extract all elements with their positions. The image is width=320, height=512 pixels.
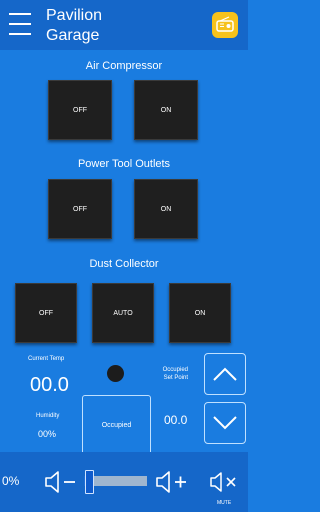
mute-icon [210,472,236,492]
chevron-down-icon [213,416,237,430]
occupied-button[interactable]: Occupied [82,395,151,455]
dust-collector-on-button[interactable]: ON [169,283,231,343]
volume-percent: 0% [2,474,20,488]
header-bar [0,0,248,50]
humidity-label: Humidity [36,413,60,419]
title-line-1: Pavilion [46,7,103,24]
status-indicator-icon [107,365,124,382]
current-temp-label: Current Temp [28,356,65,362]
page-title: Pavilion Garage [46,6,102,46]
air-compressor-on-button[interactable]: ON [134,80,198,140]
chevron-up-icon [213,367,237,381]
volume-down-icon [45,471,75,493]
air-compressor-off-button[interactable]: OFF [48,80,112,140]
mute-button[interactable] [209,472,241,494]
dust-collector-title: Dust Collector [89,258,159,270]
volume-up-icon [156,471,186,493]
setpoint-label-line-2: Set Point [163,375,188,381]
volume-slider-track[interactable] [92,476,147,486]
dust-collector-off-button[interactable]: OFF [15,283,77,343]
setpoint-up-button[interactable] [204,353,246,395]
setpoint-label-line-1: Occupied [162,367,188,373]
volume-up-button[interactable] [155,470,191,494]
radio-app-icon[interactable] [212,12,238,38]
volume-down-button[interactable] [44,470,80,494]
setpoint-value: 00.0 [164,413,188,427]
power-tool-outlets-off-button[interactable]: OFF [48,179,112,239]
dust-collector-auto-button[interactable]: AUTO [92,283,154,343]
occupied-setpoint-label: Occupied Set Point [150,366,188,382]
air-compressor-title: Air Compressor [85,60,163,72]
hamburger-icon[interactable] [9,11,31,37]
power-tool-outlets-on-button[interactable]: ON [134,179,198,239]
volume-slider-thumb[interactable] [85,470,94,494]
power-tool-outlets-title: Power Tool Outlets [77,158,171,170]
current-temp-value: 00.0 [30,374,69,396]
setpoint-down-button[interactable] [204,402,246,444]
title-line-2: Garage [46,27,100,44]
mute-label: MUTE [217,500,232,506]
humidity-value: 00% [38,429,57,439]
